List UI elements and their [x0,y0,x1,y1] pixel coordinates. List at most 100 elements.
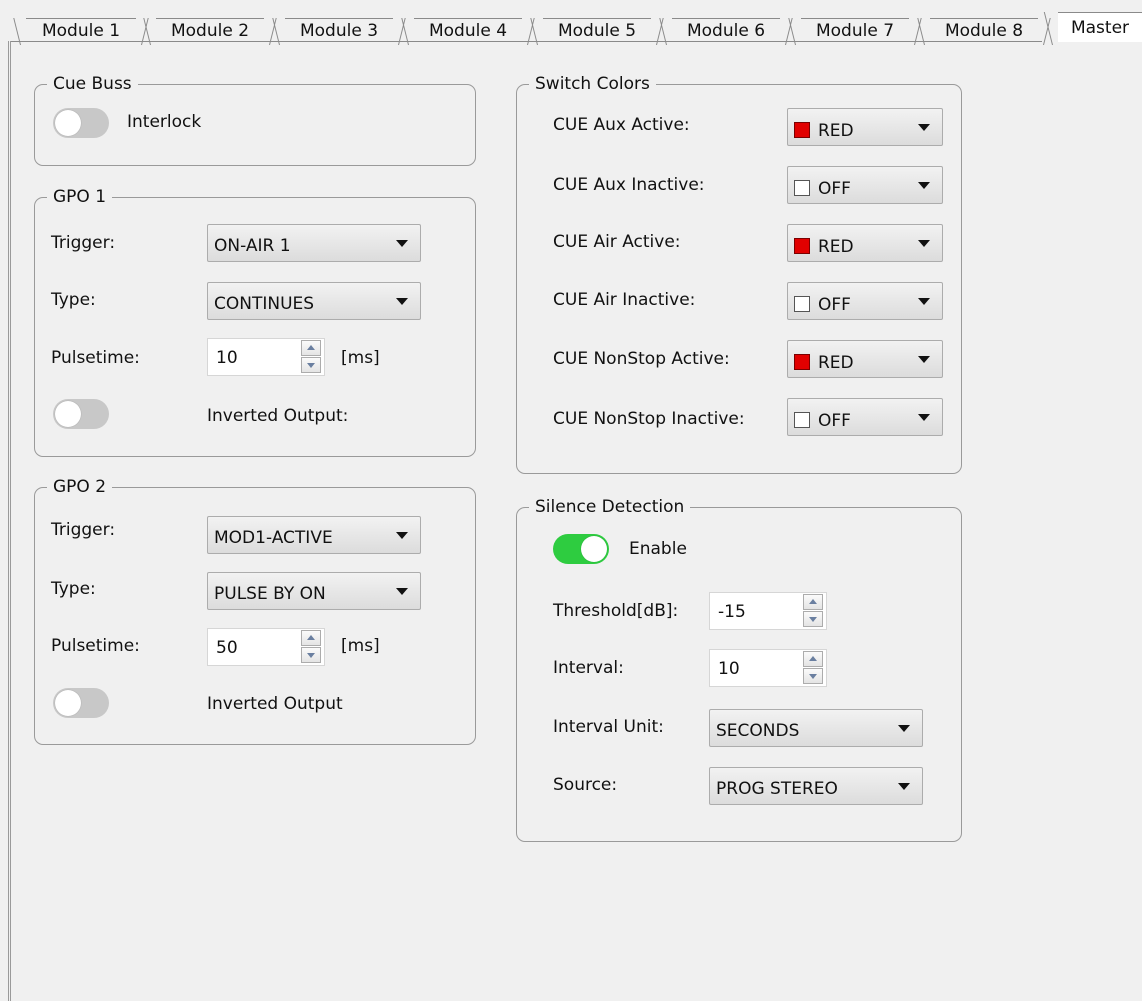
gpo2-type-value: PULSE BY ON [214,584,326,604]
gpo1-trigger-select[interactable]: ON-AIR 1 [207,224,421,262]
red-swatch-icon [794,237,810,254]
spin-down-icon[interactable] [803,611,823,627]
threshold-spinbox[interactable]: -15 [709,592,827,630]
cue-buss-group: Cue Buss Interlock [34,72,476,166]
off-swatch-icon [794,179,810,196]
cue-aux-active-select[interactable]: RED [787,108,943,146]
spin-down-icon[interactable] [803,668,823,684]
gpo2-trigger-value: MOD1-ACTIVE [214,528,333,548]
tab-module-2[interactable]: Module 2 [156,18,264,42]
spin-down-icon[interactable] [301,647,321,663]
interval-unit-value: SECONDS [716,721,800,741]
chevron-down-icon [918,240,930,247]
chevron-down-icon [918,124,930,131]
gpo2-trigger-select[interactable]: MOD1-ACTIVE [207,516,421,554]
spin-up-icon[interactable] [803,594,823,610]
gpo1-type-value: CONTINUES [214,294,315,314]
gpo2-pulsetime-value: 50 [216,638,238,658]
cue-aux-inactive-select[interactable]: OFF [787,166,943,204]
cue-nonstop-active-select[interactable]: RED [787,340,943,378]
interlock-toggle[interactable] [53,108,109,138]
chevron-down-icon [898,783,910,790]
gpo2-type-label: Type: [51,579,96,599]
chevron-down-icon [396,588,408,595]
source-select[interactable]: PROG STEREO [709,767,923,805]
red-swatch-icon [794,121,810,138]
gpo2-title: GPO 2 [47,475,113,499]
gpo1-title: GPO 1 [47,185,113,209]
chevron-down-icon [898,725,910,732]
silence-enable-label: Enable [629,539,687,559]
gpo1-pulsetime-unit: [ms] [341,348,380,368]
tab-bar: Module 1 Module 2 Module 3 Module 4 Modu… [0,0,1142,42]
cue-air-inactive-value: OFF [818,294,851,315]
gpo2-inverted-toggle[interactable] [53,688,109,718]
cue-nonstop-active-label: CUE NonStop Active: [553,349,730,369]
cue-air-active-value: RED [818,236,854,257]
tab-module-7[interactable]: Module 7 [801,18,909,42]
spin-down-icon[interactable] [301,357,321,373]
tab-module-4[interactable]: Module 4 [414,18,522,42]
cue-nonstop-active-value: RED [818,352,854,373]
threshold-label: Threshold[dB]: [553,601,679,621]
spin-up-icon[interactable] [301,340,321,356]
interval-unit-select[interactable]: SECONDS [709,709,923,747]
red-swatch-icon [794,353,810,370]
gpo1-pulsetime-value: 10 [216,348,238,368]
gpo2-pulsetime-unit: [ms] [341,636,380,656]
cue-buss-title: Cue Buss [47,72,138,96]
chevron-down-icon [918,298,930,305]
gpo2-trigger-label: Trigger: [51,520,116,540]
silence-detection-group: Silence Detection Enable Threshold[dB]: … [516,495,962,842]
gpo1-type-label: Type: [51,290,96,310]
threshold-value: -15 [718,602,746,622]
cue-nonstop-inactive-select[interactable]: OFF [787,398,943,436]
spin-up-icon[interactable] [301,630,321,646]
tab-module-1[interactable]: Module 1 [26,18,136,42]
cue-aux-active-value: RED [818,120,854,141]
interval-label: Interval: [553,658,624,678]
chevron-down-icon [396,240,408,247]
gpo1-inverted-label: Inverted Output: [207,406,349,426]
gpo2-group: GPO 2 Trigger: MOD1-ACTIVE Type: PULSE B… [34,475,476,745]
chevron-down-icon [918,414,930,421]
cue-nonstop-inactive-value: OFF [818,410,851,431]
gpo2-inverted-label: Inverted Output [207,694,343,714]
source-label: Source: [553,775,618,795]
gpo1-type-select[interactable]: CONTINUES [207,282,421,320]
gpo1-inverted-toggle[interactable] [53,399,109,429]
cue-air-active-label: CUE Air Active: [553,232,681,252]
cue-air-inactive-select[interactable]: OFF [787,282,943,320]
cue-aux-active-label: CUE Aux Active: [553,115,690,135]
tab-module-3[interactable]: Module 3 [285,18,393,42]
off-swatch-icon [794,411,810,428]
silence-detection-title: Silence Detection [529,495,691,519]
interval-spinbox[interactable]: 10 [709,649,827,687]
gpo2-type-select[interactable]: PULSE BY ON [207,572,421,610]
gpo1-trigger-value: ON-AIR 1 [214,236,291,256]
tab-module-6[interactable]: Module 6 [672,18,780,42]
switch-colors-title: Switch Colors [529,72,656,96]
interval-value: 10 [718,659,740,679]
tab-master[interactable]: Master [1058,12,1142,42]
cue-air-active-select[interactable]: RED [787,224,943,262]
gpo1-group: GPO 1 Trigger: ON-AIR 1 Type: CONTINUES … [34,185,476,457]
source-value: PROG STEREO [716,779,838,799]
gpo2-pulsetime-label: Pulsetime: [51,636,140,656]
chevron-down-icon [918,182,930,189]
cue-aux-inactive-value: OFF [818,178,851,199]
off-swatch-icon [794,295,810,312]
cue-air-inactive-label: CUE Air Inactive: [553,290,696,310]
chevron-down-icon [396,298,408,305]
gpo1-pulsetime-spinbox[interactable]: 10 [207,338,325,376]
cue-nonstop-inactive-label: CUE NonStop Inactive: [553,409,745,429]
spin-up-icon[interactable] [803,651,823,667]
gpo1-trigger-label: Trigger: [51,233,116,253]
switch-colors-group: Switch Colors CUE Aux Active: RED CUE Au… [516,72,962,474]
tab-module-5[interactable]: Module 5 [543,18,651,42]
silence-enable-toggle[interactable] [553,534,609,564]
interval-unit-label: Interval Unit: [553,717,664,737]
chevron-down-icon [396,532,408,539]
gpo2-pulsetime-spinbox[interactable]: 50 [207,628,325,666]
tab-module-8[interactable]: Module 8 [930,18,1038,42]
